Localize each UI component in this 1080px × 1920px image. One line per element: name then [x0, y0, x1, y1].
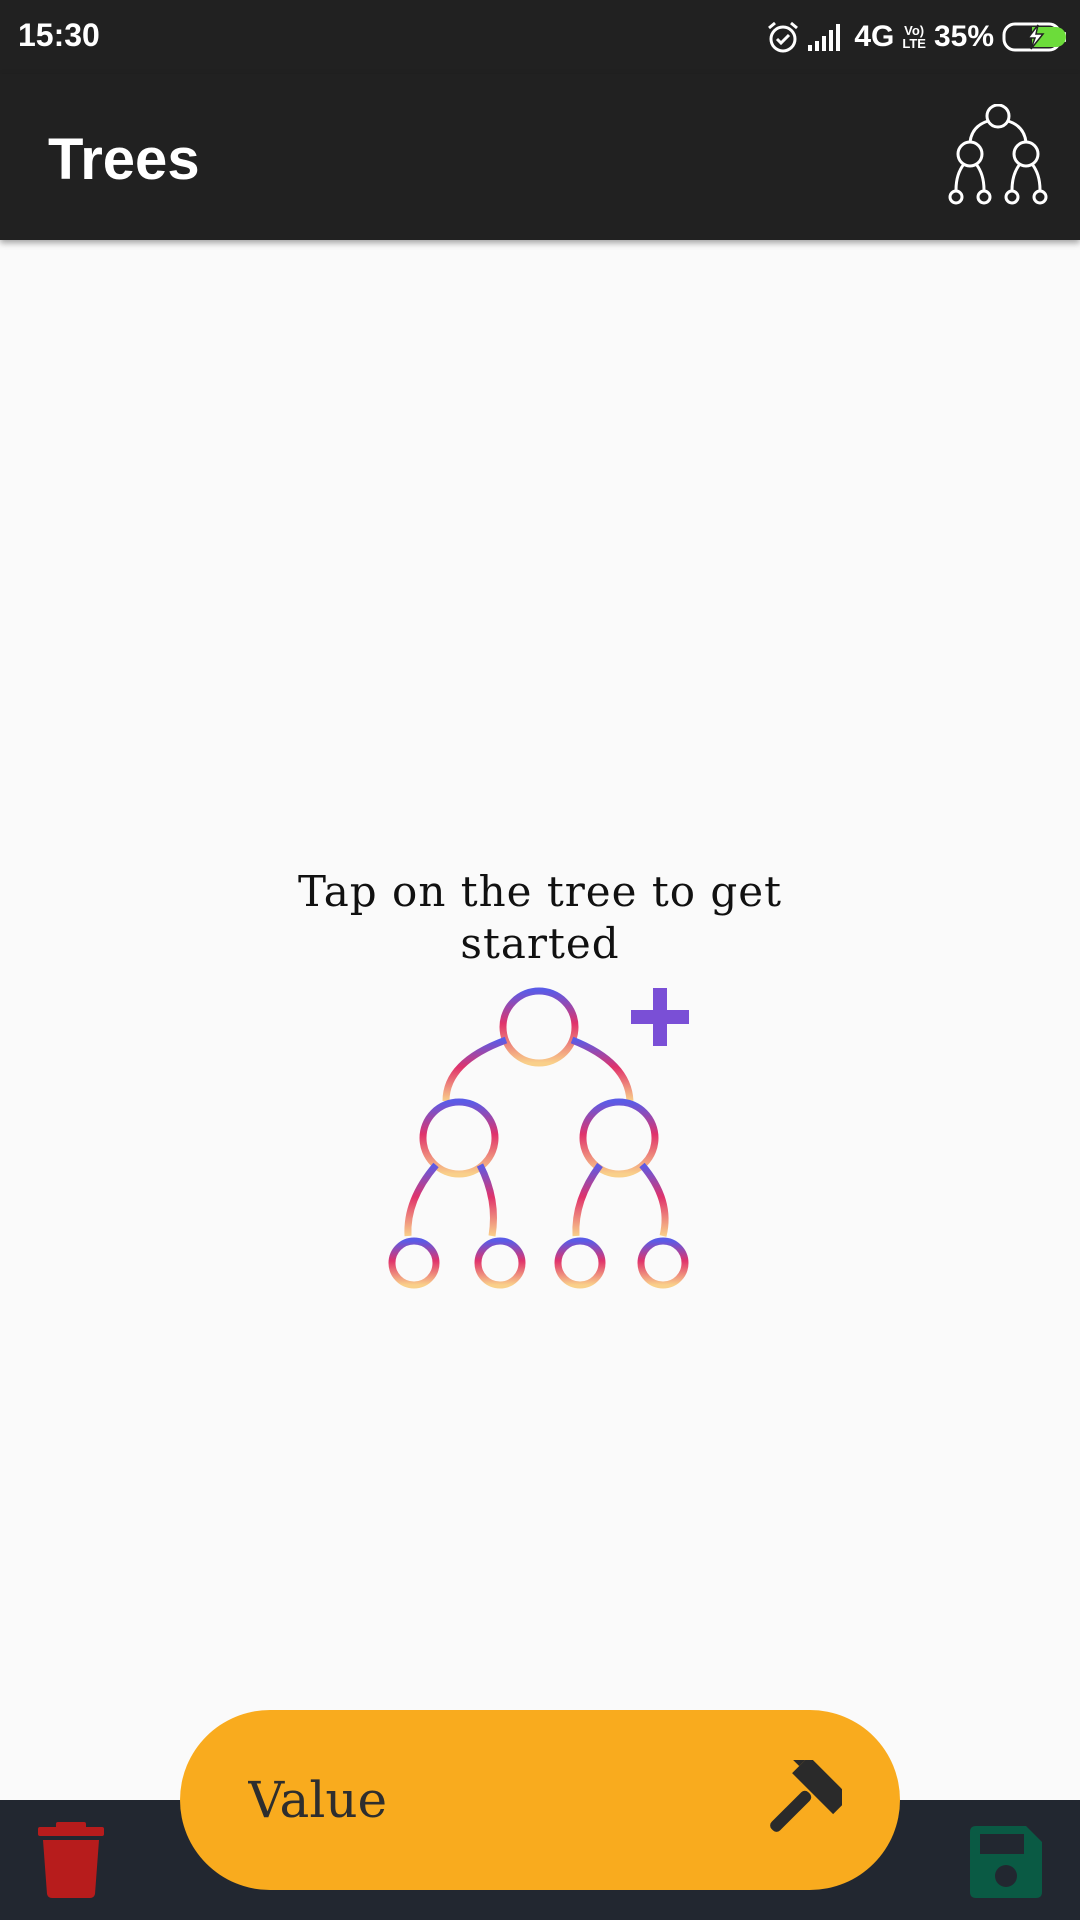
- floppy-disk-icon[interactable]: [970, 1826, 1042, 1898]
- status-bar: 15:30 4G Vo) LTE 35%: [0, 0, 1080, 74]
- empty-state-message: Tap on the tree to get started: [298, 867, 782, 968]
- battery-charging-icon: [1002, 22, 1066, 52]
- status-time: 15:30: [18, 17, 100, 53]
- alarm-icon: [768, 21, 799, 53]
- app-bar: Trees: [0, 74, 1080, 240]
- hammer-icon[interactable]: [762, 1760, 842, 1840]
- value-input[interactable]: [248, 1750, 728, 1850]
- signal-icon: [808, 24, 841, 51]
- value-input-container[interactable]: [180, 1710, 900, 1890]
- network-type: 4G: [854, 20, 895, 53]
- status-icons: 4G Vo) LTE 35%: [766, 14, 1068, 60]
- add-tree-icon[interactable]: [380, 980, 700, 1300]
- plus-icon: [631, 988, 689, 1046]
- battery-percent: 35%: [933, 20, 994, 53]
- volte-bottom: LTE: [902, 36, 926, 51]
- binary-tree-icon[interactable]: [946, 104, 1050, 208]
- volte-indicator: Vo) LTE: [902, 24, 926, 50]
- trash-icon[interactable]: [38, 1822, 104, 1898]
- page-title: Trees: [48, 127, 200, 192]
